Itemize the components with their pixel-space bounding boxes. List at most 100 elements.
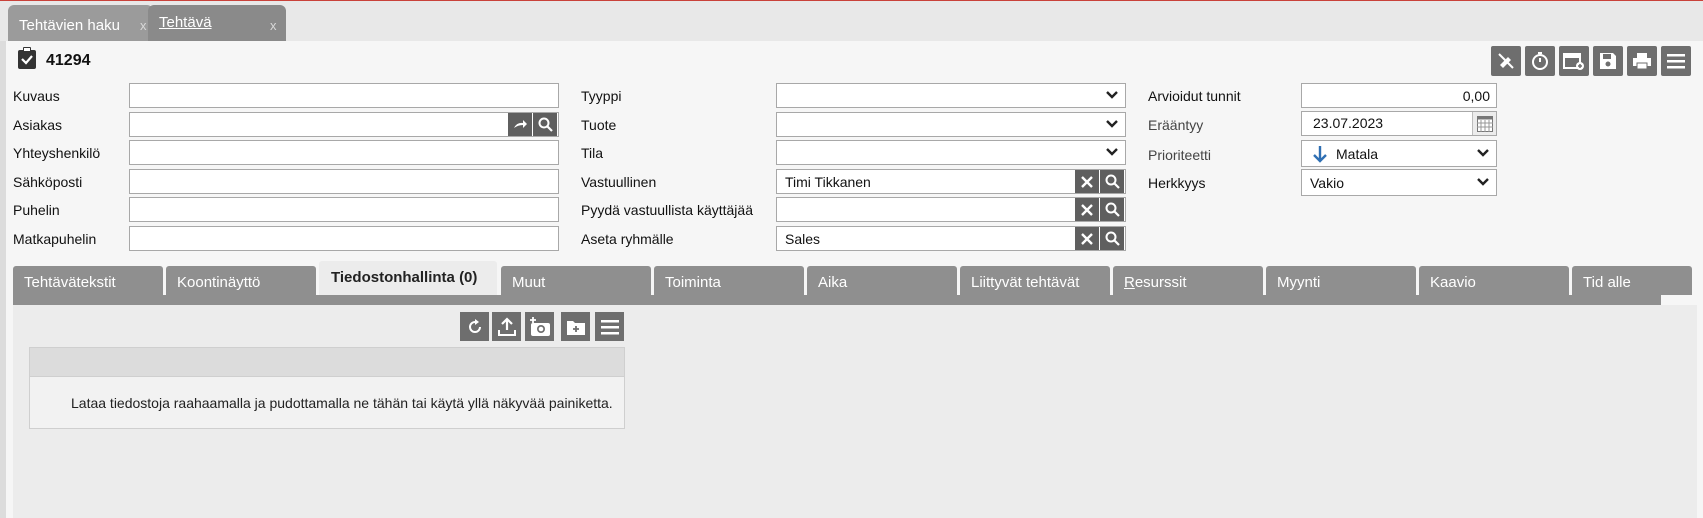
request-responsible-search-button[interactable] <box>1100 198 1124 221</box>
responsible-value: Timi Tikkanen <box>785 174 871 190</box>
stopwatch-button[interactable] <box>1525 46 1555 76</box>
search-icon <box>538 117 553 132</box>
close-icon <box>1081 232 1093 245</box>
tab-sales[interactable]: Myynti <box>1266 266 1416 295</box>
tab-chart[interactable]: Kaavio <box>1419 266 1569 295</box>
tab-label: Kaavio <box>1430 274 1476 291</box>
tab-activity[interactable]: Toiminta <box>654 266 804 295</box>
customer-input[interactable] <box>129 112 559 137</box>
estimated-hours-label: Arvioidut tunnit <box>1148 88 1241 104</box>
window-tab-search[interactable]: Tehtävien haku x <box>8 5 153 41</box>
menu-icon <box>600 319 619 334</box>
calendar-add-button[interactable] <box>1559 46 1589 76</box>
product-label: Tuote <box>581 117 617 133</box>
search-icon <box>1105 174 1120 189</box>
group-input[interactable]: Sales <box>776 226 1126 251</box>
tab-label: Toiminta <box>665 274 721 291</box>
description-input[interactable] <box>129 83 559 108</box>
description-label: Kuvaus <box>13 88 60 104</box>
tab-label: Tehtävätekstit <box>24 274 116 291</box>
clipboard-check-icon <box>18 47 36 69</box>
tab-dashboard[interactable]: Koontinäyttö <box>166 266 316 295</box>
chevron-down-icon <box>1477 178 1489 186</box>
save-button[interactable] <box>1593 46 1623 76</box>
responsible-search-button[interactable] <box>1100 170 1124 193</box>
window-tab-task-label: Tehtävä <box>159 14 212 31</box>
phone-label: Puhelin <box>13 202 60 218</box>
type-select[interactable] <box>776 83 1126 108</box>
save-icon <box>1600 53 1616 69</box>
refresh-button[interactable] <box>460 312 489 341</box>
product-select[interactable] <box>776 112 1126 137</box>
tab-label: Myynti <box>1277 274 1321 291</box>
upload-icon <box>497 316 516 336</box>
drop-hint-text: Lataa tiedostoja raahaamalla ja pudottam… <box>71 395 613 411</box>
customer-search-button[interactable] <box>533 113 557 136</box>
customer-label: Asiakas <box>13 117 63 133</box>
camera-add-icon <box>529 316 550 336</box>
tab-task-texts[interactable]: Tehtävätekstit <box>13 266 163 295</box>
window-tab-search-label: Tehtävien haku <box>19 17 120 34</box>
tab-other[interactable]: Muut <box>501 266 651 295</box>
calendar-icon <box>1476 115 1493 132</box>
sensitivity-select[interactable]: Vakio <box>1301 169 1497 196</box>
search-icon <box>1105 231 1120 246</box>
tab-resources[interactable]: Resurssit <box>1113 266 1263 295</box>
menu-icon <box>1667 54 1685 69</box>
print-button[interactable] <box>1627 46 1657 76</box>
mobile-label: Matkapuhelin <box>13 231 97 247</box>
arrow-right-icon <box>514 119 527 128</box>
status-select[interactable] <box>776 140 1126 165</box>
status-label: Tila <box>581 145 604 161</box>
request-responsible-clear-button[interactable] <box>1075 198 1099 221</box>
email-label: Sähköposti <box>13 174 83 190</box>
sensitivity-label: Herkkyys <box>1148 175 1206 191</box>
request-responsible-input[interactable] <box>776 197 1126 222</box>
phone-input[interactable] <box>129 197 559 222</box>
email-input[interactable] <box>129 169 559 194</box>
contact-input[interactable] <box>129 140 559 165</box>
new-folder-icon <box>566 320 585 335</box>
chevron-down-icon <box>1106 148 1118 156</box>
close-icon <box>1081 203 1093 216</box>
upload-button[interactable] <box>492 312 521 341</box>
date-picker-button[interactable] <box>1472 112 1496 135</box>
group-value: Sales <box>785 231 821 247</box>
close-icon[interactable]: x <box>270 18 277 33</box>
tab-label: Koontinäyttö <box>177 274 261 291</box>
file-menu-button[interactable] <box>595 312 624 341</box>
customer-open-button[interactable] <box>508 113 532 136</box>
responsible-clear-button[interactable] <box>1075 170 1099 193</box>
close-icon[interactable]: x <box>140 18 147 33</box>
tab-label: Tid alle <box>1583 274 1631 291</box>
record-id: 41294 <box>46 52 91 69</box>
responsible-input[interactable]: Timi Tikkanen <box>776 169 1126 194</box>
type-label: Tyyppi <box>581 88 622 104</box>
unassign-button[interactable] <box>1491 46 1521 76</box>
estimated-hours-input[interactable]: 0,00 <box>1301 83 1497 108</box>
tab-label: Resurssit <box>1124 274 1187 291</box>
new-folder-button[interactable] <box>561 312 590 341</box>
group-clear-button[interactable] <box>1075 227 1099 250</box>
priority-select[interactable]: Matala <box>1301 140 1497 167</box>
search-icon <box>1105 202 1120 217</box>
file-drop-zone[interactable]: Lataa tiedostoja raahaamalla ja pudottam… <box>29 377 625 429</box>
mobile-input[interactable] <box>129 226 559 251</box>
more-menu-button[interactable] <box>1661 46 1691 76</box>
sensitivity-value: Vakio <box>1310 175 1344 191</box>
chevron-down-icon <box>1106 91 1118 99</box>
tab-label: Tiedostonhallinta (0) <box>331 269 478 286</box>
due-date-input[interactable]: 23.07.2023 <box>1301 111 1497 136</box>
camera-add-button[interactable] <box>525 312 554 341</box>
tab-file-management[interactable]: Tiedostonhallinta (0) <box>319 261 497 295</box>
window-tab-task[interactable]: Tehtävä x <box>148 5 286 41</box>
tab-tid-alle[interactable]: Tid alle <box>1572 266 1692 295</box>
due-date-label: Erääntyy <box>1148 117 1204 133</box>
responsible-label: Vastuullinen <box>581 174 657 190</box>
chevron-down-icon <box>1106 120 1118 128</box>
group-search-button[interactable] <box>1100 227 1124 250</box>
tab-time[interactable]: Aika <box>807 266 957 295</box>
due-date-value: 23.07.2023 <box>1313 115 1384 131</box>
tab-related-tasks[interactable]: Liittyvät tehtävät <box>960 266 1110 295</box>
print-icon <box>1633 53 1651 70</box>
